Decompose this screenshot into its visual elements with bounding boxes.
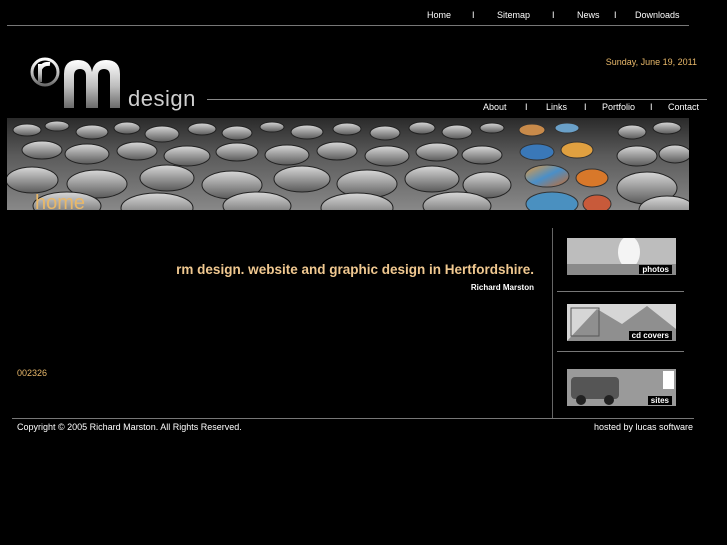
section-nav-contact-link[interactable]: Contact bbox=[668, 102, 699, 112]
top-nav-sitemap-link[interactable]: Sitemap bbox=[497, 10, 530, 20]
top-nav-separator: I bbox=[552, 10, 555, 20]
photos-thumbnail-link[interactable]: photos bbox=[567, 238, 676, 275]
thumbnail-label: cd covers bbox=[628, 331, 672, 340]
cd-covers-thumbnail-link[interactable]: cd covers bbox=[567, 304, 676, 341]
section-nav-links-link[interactable]: Links bbox=[546, 102, 567, 112]
site-logo[interactable]: design bbox=[28, 52, 208, 114]
header-divider bbox=[207, 99, 707, 100]
top-nav-separator: I bbox=[472, 10, 475, 20]
thumbnail-label: sites bbox=[647, 396, 672, 405]
pebbles-banner-image bbox=[7, 118, 689, 210]
site-headline: rm design. website and graphic design in… bbox=[176, 262, 534, 277]
hosting-credit[interactable]: hosted by lucas software bbox=[540, 422, 693, 432]
top-nav-home-link[interactable]: Home bbox=[427, 10, 451, 20]
section-nav-separator: I bbox=[525, 102, 528, 112]
current-date: Sunday, June 19, 2011 bbox=[605, 57, 697, 67]
thumbnail-divider bbox=[557, 351, 684, 352]
sidebar-divider bbox=[552, 228, 553, 418]
top-nav-downloads-link[interactable]: Downloads bbox=[635, 10, 680, 20]
logo-design-text: design bbox=[128, 86, 196, 111]
page-title: home bbox=[35, 192, 86, 214]
author-name: Richard Marston bbox=[470, 283, 534, 292]
top-nav-news-link[interactable]: News bbox=[577, 10, 600, 20]
section-nav-separator: I bbox=[650, 102, 653, 112]
top-nav-separator: I bbox=[614, 10, 617, 20]
pebbles-graphic bbox=[7, 120, 689, 210]
section-nav-separator: I bbox=[584, 102, 587, 112]
footer-divider bbox=[12, 418, 694, 419]
visit-counter: 002326 bbox=[17, 368, 48, 378]
section-nav-about-link[interactable]: About bbox=[483, 102, 507, 112]
thumbnail-label: photos bbox=[639, 265, 672, 274]
section-nav-portfolio-link[interactable]: Portfolio bbox=[602, 102, 635, 112]
copyright-notice: Copyright © 2005 Richard Marston. All Ri… bbox=[17, 422, 242, 432]
sites-thumbnail-link[interactable]: sites bbox=[567, 369, 676, 406]
thumbnail-divider bbox=[557, 291, 684, 292]
top-divider bbox=[7, 25, 689, 26]
